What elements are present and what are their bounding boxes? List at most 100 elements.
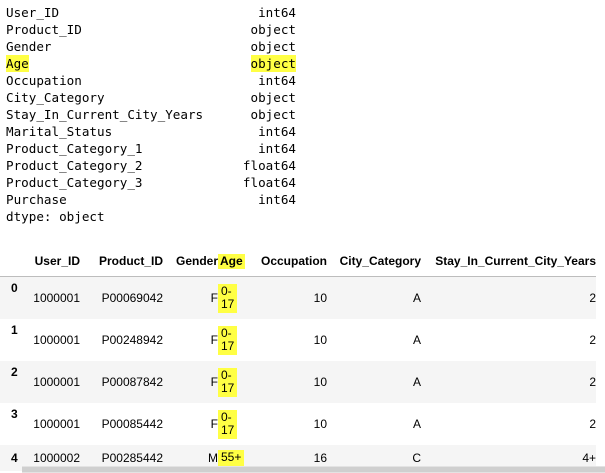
dtype-column-name: City_Category [6, 90, 105, 105]
dtype-row: Marital_Status int64 [6, 123, 296, 140]
cell-age: 0- 17 [218, 361, 250, 403]
column-header: User_ID [26, 246, 80, 277]
column-header: Gender [163, 246, 218, 277]
cell-user-id: 1000001 [26, 276, 80, 319]
cell-product-id: P00248942 [101, 333, 163, 347]
dtype-column-name: Product_ID [6, 22, 82, 37]
column-header: Occupation [250, 246, 327, 277]
table-header-row: User_ID Product_ID Gender Age Occupation City… [0, 246, 596, 277]
dtype-row: Age object [6, 55, 296, 72]
age-text-line: 0- [221, 409, 232, 424]
row-index: 3 [11, 407, 18, 421]
dtype-value: float64 [242, 158, 296, 173]
dtype-row: Stay_In_Current_City_Years object [6, 106, 296, 123]
dtype-row: User_ID int64 [6, 4, 296, 21]
column-header: Stay_In_Current_City_Years [421, 246, 596, 277]
age-text-line: 0- [221, 367, 232, 382]
dtype-row: Product_Category_3 float64 [6, 174, 296, 191]
row-index: 0 [0, 276, 26, 319]
table-row: 1 1000001 P00248942 F 0- 17 10 A 2 [0, 319, 596, 361]
age-text-line: 17 [221, 422, 235, 437]
dtype-row: Product_Category_1 int64 [6, 140, 296, 157]
cell-gender: F [210, 417, 218, 431]
dtype-value: float64 [242, 175, 296, 190]
cell-gender: F [163, 361, 218, 403]
table-row: 3 1000001 P00085442 F 0- 17 10 A 2 [0, 403, 596, 445]
row-index: 2 [0, 361, 26, 403]
column-header-age-highlight: Age [218, 253, 245, 269]
dtype-row: Occupation int64 [6, 72, 296, 89]
age-text-line: 17 [221, 296, 235, 311]
dtype-value: object [250, 39, 297, 54]
cell-occupation: 10 [250, 276, 327, 319]
dtype-value: object [250, 22, 297, 37]
dtype-column-name: User_ID [6, 5, 60, 20]
scrollbar-thumb[interactable] [22, 467, 605, 472]
age-text-line: 55+ [221, 450, 242, 464]
column-header: Age [218, 246, 250, 277]
age-highlight: 0- 17 [218, 325, 238, 355]
dtypes-output: User_ID int64 Product_ID object Gender object… [6, 4, 296, 225]
age-highlight: 0- 17 [218, 367, 238, 397]
table-body: 0 1000001 P00069042 F 0- 17 10 A 2 1 1000001 P00248… [0, 276, 596, 471]
cell-occupation: 10 [250, 361, 327, 403]
dataframe-table: User_ID Product_ID Gender Age Occupation City… [0, 246, 596, 471]
age-text-line: 17 [221, 380, 235, 395]
dataframe-output: User_ID Product_ID Gender Age Occupation City… [0, 246, 605, 471]
table-row: 0 1000001 P00069042 F 0- 17 10 A 2 [0, 276, 596, 319]
cell-occupation: 10 [313, 417, 327, 431]
cell-user-id: 1000001 [26, 361, 80, 403]
dtype-row: City_Category object [6, 89, 296, 106]
column-header [0, 246, 26, 277]
cell-age: 0- 17 [218, 276, 250, 319]
dtype-column-name: Product_Category_1 [6, 141, 143, 156]
horizontal-scrollbar[interactable] [22, 466, 605, 473]
cell-age: 0- 17 [218, 319, 250, 361]
dtype-value: int64 [258, 141, 296, 156]
cell-city-category: A [327, 276, 421, 319]
dtype-value: object [250, 55, 296, 72]
cell-user-id: 1000001 [33, 333, 80, 347]
age-highlight: 0- 17 [218, 283, 238, 313]
cell-city-category: A [412, 333, 421, 347]
age-text-line: 0- [221, 325, 232, 340]
cell-stay-years: 2 [421, 361, 596, 403]
dtype-footer: dtype: object [6, 209, 105, 224]
dtype-column-name: Age [6, 55, 29, 72]
dtype-column-name: Gender [6, 39, 52, 54]
dtype-value: int64 [258, 124, 296, 139]
age-highlight: 55+ [218, 450, 245, 466]
dtype-row: Gender object [6, 38, 296, 55]
cell-age: 0- 17 [218, 403, 250, 445]
cell-product-id: P00085442 [101, 417, 163, 431]
cell-product-id: P00069042 [80, 276, 163, 319]
row-index: 1 [11, 323, 18, 337]
dtype-column-name: Product_Category_2 [6, 158, 143, 173]
cell-gender: F [163, 276, 218, 319]
column-header: City_Category [327, 246, 421, 277]
dtype-column-name: Occupation [6, 73, 82, 88]
dtype-row: Purchase int64 [6, 191, 296, 208]
age-highlight: 0- 17 [218, 409, 238, 439]
dtype-column-name: Purchase [6, 192, 67, 207]
cell-stay-years: 2 [589, 417, 596, 431]
age-text-line: 0- [221, 283, 232, 298]
dtype-row: Product_ID object [6, 21, 296, 38]
cell-stay-years: 2 [421, 276, 596, 319]
cell-stay-years: 2 [589, 333, 596, 347]
dtype-column-name: Product_Category_3 [6, 175, 143, 190]
cell-user-id: 1000001 [33, 417, 80, 431]
dtype-value: int64 [258, 5, 296, 20]
column-header: Product_ID [80, 246, 163, 277]
dtype-value: int64 [258, 73, 296, 88]
dtype-row: Product_Category_2 float64 [6, 157, 296, 174]
cell-occupation: 10 [313, 333, 327, 347]
age-text-line: 17 [221, 338, 235, 353]
dtype-column-name: Stay_In_Current_City_Years [6, 107, 204, 122]
cell-city-category: A [412, 417, 421, 431]
dtype-column-name: Marital_Status [6, 124, 113, 139]
cell-gender: F [210, 333, 218, 347]
cell-city-category: A [327, 361, 421, 403]
dtype-value: object [250, 90, 297, 105]
cell-product-id: P00087842 [80, 361, 163, 403]
